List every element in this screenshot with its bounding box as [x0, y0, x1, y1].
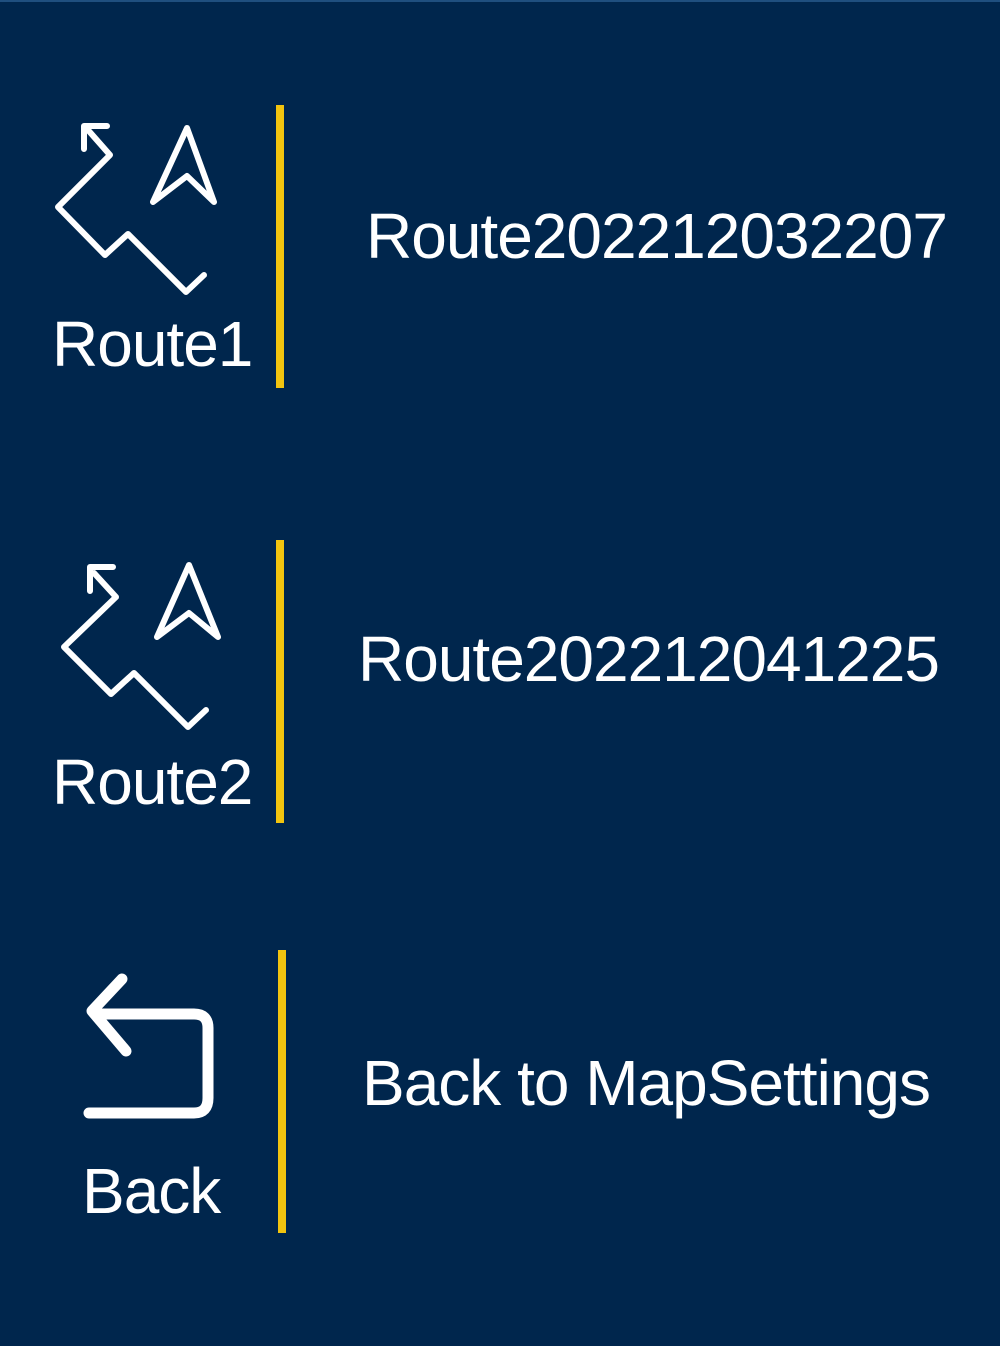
divider	[276, 105, 284, 388]
menu-item-route1[interactable]: Route1 Route202212032207	[0, 100, 1000, 395]
menu-item-route2[interactable]: Route2 Route202212041225	[0, 535, 1000, 830]
route2-short-label: Route2	[52, 746, 253, 818]
back-arrow-icon	[83, 973, 214, 1119]
route2-name: Route202212041225	[358, 623, 940, 695]
back-short-label: Back	[82, 1155, 221, 1227]
divider	[278, 950, 286, 1233]
top-border	[0, 0, 1000, 2]
back-to-mapsettings-label: Back to MapSettings	[362, 1047, 931, 1119]
menu-item-back[interactable]: Back Back to MapSettings	[0, 945, 1000, 1240]
route-navigation-icon	[61, 562, 221, 730]
divider	[276, 540, 284, 823]
route1-name: Route202212032207	[366, 200, 948, 272]
route1-short-label: Route1	[52, 308, 253, 380]
route-navigation-icon	[55, 123, 217, 295]
